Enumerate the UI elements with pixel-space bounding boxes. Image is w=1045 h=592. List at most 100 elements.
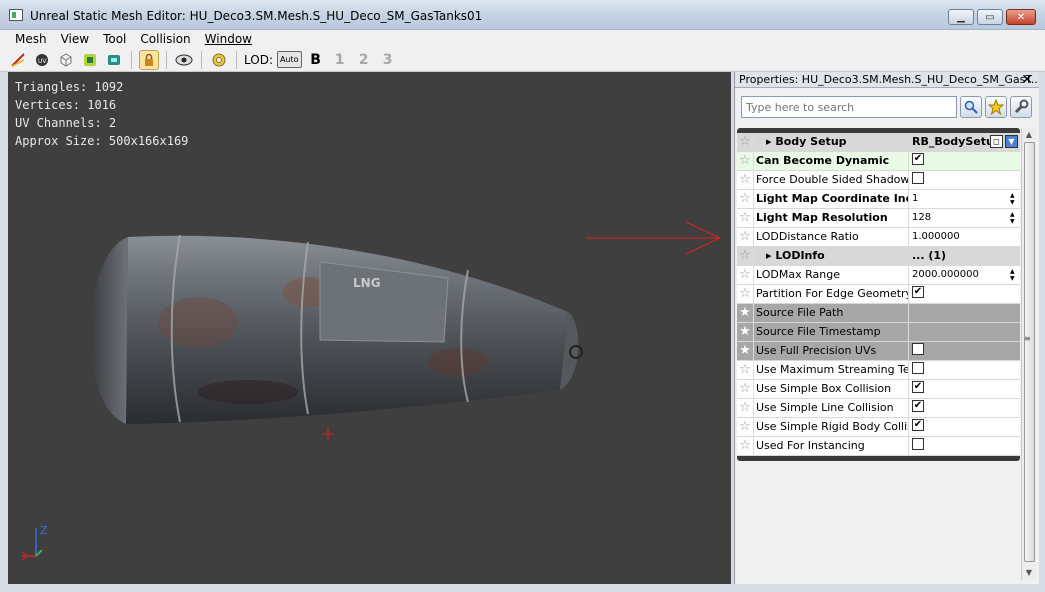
close-button[interactable]: ✕: [1006, 9, 1036, 25]
menu-window[interactable]: Window: [198, 32, 259, 46]
clear-value-icon[interactable]: ◻: [990, 135, 1003, 148]
lod-label: LOD:: [244, 52, 273, 67]
properties-scrollbar[interactable]: ▲ ≡ ▼: [1021, 128, 1036, 580]
properties-header: Properties: HU_Deco3.SM.Mesh.S_HU_Deco_S…: [735, 72, 1039, 88]
favorite-star-icon[interactable]: ☆: [737, 437, 754, 455]
favorite-star-icon[interactable]: ☆: [737, 285, 754, 303]
property-value[interactable]: 2000.000000 ▲ ▼: [909, 266, 1020, 284]
toolbar: UV LOD: Auto B 1 2 3: [0, 48, 1045, 72]
property-name: Source File Timestamp: [754, 323, 909, 341]
favorite-star-icon[interactable]: ☆: [737, 152, 754, 170]
category-lod-info[interactable]: ☆ LODInfo ... (1): [737, 247, 1020, 266]
favorite-star-icon[interactable]: ☆: [737, 380, 754, 398]
favorite-star-icon[interactable]: ☆: [737, 209, 754, 227]
property-row-partition-for-edge-geometry[interactable]: ☆ Partition For Edge Geometry ✔: [737, 285, 1020, 304]
checkbox-checked[interactable]: ✔: [912, 153, 924, 165]
menu-tool[interactable]: Tool: [96, 32, 133, 46]
lod-3-button[interactable]: 3: [378, 52, 398, 68]
property-row-use-simple-rigid-body-collision[interactable]: ☆ Use Simple Rigid Body Collision ✔: [737, 418, 1020, 437]
favorite-star-icon[interactable]: ☆: [737, 247, 754, 265]
property-value[interactable]: 128 ▲ ▼: [909, 209, 1020, 227]
spinner-icon[interactable]: ▲ ▼: [1010, 192, 1018, 206]
checkbox-checked[interactable]: ✔: [912, 419, 924, 431]
scroll-up-arrow-icon[interactable]: ▲: [1022, 128, 1036, 142]
mesh-viewport[interactable]: Triangles: 1092 Vertices: 1016 UV Channe…: [8, 72, 731, 584]
property-row-can-become-dynamic[interactable]: ☆ Can Become Dynamic ✔: [737, 152, 1020, 171]
favorite-star-icon[interactable]: ★: [737, 304, 754, 322]
menu-collision[interactable]: Collision: [133, 32, 197, 46]
scroll-down-arrow-icon[interactable]: ▼: [1022, 566, 1036, 580]
search-icon[interactable]: [960, 96, 982, 118]
checkbox-unchecked[interactable]: [912, 438, 924, 450]
close-properties-icon[interactable]: ✕: [1021, 72, 1033, 88]
property-row-force-double-sided[interactable]: ☆ Force Double Sided Shadow Volu: [737, 171, 1020, 190]
property-name: Force Double Sided Shadow Volu: [754, 171, 909, 189]
checkbox-checked[interactable]: ✔: [912, 381, 924, 393]
checkbox-checked[interactable]: ✔: [912, 400, 924, 412]
spinner-icon[interactable]: ▲ ▼: [1010, 268, 1018, 282]
favorites-star-icon[interactable]: [985, 96, 1007, 118]
minimize-button[interactable]: ▁: [948, 9, 974, 25]
collision-icon[interactable]: [80, 50, 100, 70]
lod-base-button[interactable]: B: [306, 52, 326, 68]
property-row-use-simple-line-collision[interactable]: ☆ Use Simple Line Collision ✔: [737, 399, 1020, 418]
wireframe-icon[interactable]: [8, 50, 28, 70]
property-name: Partition For Edge Geometry: [754, 285, 909, 303]
menu-mesh[interactable]: Mesh: [8, 32, 54, 46]
favorite-star-icon[interactable]: ☆: [737, 266, 754, 284]
property-row-use-full-precision-uvs[interactable]: ★ Use Full Precision UVs: [737, 342, 1020, 361]
normals-icon[interactable]: [104, 50, 124, 70]
property-row-lod-distance-ratio[interactable]: ☆ LODDistance Ratio 1.000000: [737, 228, 1020, 247]
property-row-lod-max-range[interactable]: ☆ LODMax Range 2000.000000 ▲ ▼: [737, 266, 1020, 285]
property-search-input[interactable]: [741, 96, 957, 118]
window-title: Unreal Static Mesh Editor: HU_Deco3.SM.M…: [30, 9, 483, 23]
property-value-text: 128: [912, 212, 932, 223]
bounds-cube-icon[interactable]: [56, 50, 76, 70]
property-value[interactable]: RB_BodySetu ◻ ▼: [909, 133, 1020, 151]
spinner-icon[interactable]: ▲ ▼: [1010, 211, 1018, 225]
wrench-icon[interactable]: [1010, 96, 1032, 118]
favorite-star-icon[interactable]: ☆: [737, 228, 754, 246]
favorite-star-icon[interactable]: ☆: [737, 171, 754, 189]
favorite-star-icon[interactable]: ★: [737, 342, 754, 360]
lod-2-button[interactable]: 2: [354, 52, 374, 68]
checkbox-checked[interactable]: ✔: [912, 286, 924, 298]
scrollbar-thumb[interactable]: [1024, 142, 1035, 562]
property-name: Use Simple Line Collision: [754, 399, 909, 417]
favorite-star-icon[interactable]: ☆: [737, 418, 754, 436]
menu-view[interactable]: View: [54, 32, 96, 46]
property-row-light-map-resolution[interactable]: ☆ Light Map Resolution 128 ▲ ▼: [737, 209, 1020, 228]
toolbar-separator: [201, 50, 202, 69]
lock-icon[interactable]: [139, 49, 159, 70]
property-row-source-file-path[interactable]: ★ Source File Path: [737, 304, 1020, 323]
favorite-star-icon[interactable]: ☆: [737, 361, 754, 379]
settings-cog-icon[interactable]: [209, 50, 229, 70]
checkbox-unchecked[interactable]: [912, 343, 924, 355]
maximize-button[interactable]: ▭: [977, 9, 1003, 25]
lod-1-button[interactable]: 1: [330, 52, 350, 68]
property-row-use-maximum-streaming-texel[interactable]: ☆ Use Maximum Streaming Texel R: [737, 361, 1020, 380]
category-body-setup[interactable]: ☆ Body Setup RB_BodySetu ◻ ▼: [737, 133, 1020, 152]
checkbox-unchecked[interactable]: [912, 172, 924, 184]
favorite-star-icon[interactable]: ☆: [737, 190, 754, 208]
favorite-star-icon[interactable]: ★: [737, 323, 754, 341]
checkbox-unchecked[interactable]: [912, 362, 924, 374]
scrollbar-grip-icon: ≡: [1024, 334, 1031, 343]
property-value[interactable]: 1 ▲ ▼: [909, 190, 1020, 208]
dropdown-arrow-icon[interactable]: ▼: [1005, 135, 1018, 148]
toolbar-separator: [236, 50, 237, 69]
property-value: [909, 171, 1020, 189]
property-value[interactable]: 1.000000: [909, 228, 1020, 246]
property-row-light-map-coordinate-index[interactable]: ☆ Light Map Coordinate Index 1 ▲▼: [737, 190, 1020, 209]
favorite-star-icon[interactable]: ☆: [737, 133, 754, 151]
uv-overlay-icon[interactable]: UV: [32, 50, 52, 70]
property-row-used-for-instancing[interactable]: ☆ Used For Instancing: [737, 437, 1020, 456]
property-grid: ☆ Body Setup RB_BodySetu ◻ ▼ ☆ Can Becom…: [737, 128, 1020, 461]
app-icon: [9, 9, 23, 21]
lod-auto-button[interactable]: Auto: [277, 51, 302, 68]
property-row-use-simple-box-collision[interactable]: ☆ Use Simple Box Collision ✔: [737, 380, 1020, 399]
eye-icon[interactable]: [174, 50, 194, 70]
favorite-star-icon[interactable]: ☆: [737, 399, 754, 417]
property-row-source-file-timestamp[interactable]: ★ Source File Timestamp: [737, 323, 1020, 342]
toolbar-separator: [131, 50, 132, 69]
